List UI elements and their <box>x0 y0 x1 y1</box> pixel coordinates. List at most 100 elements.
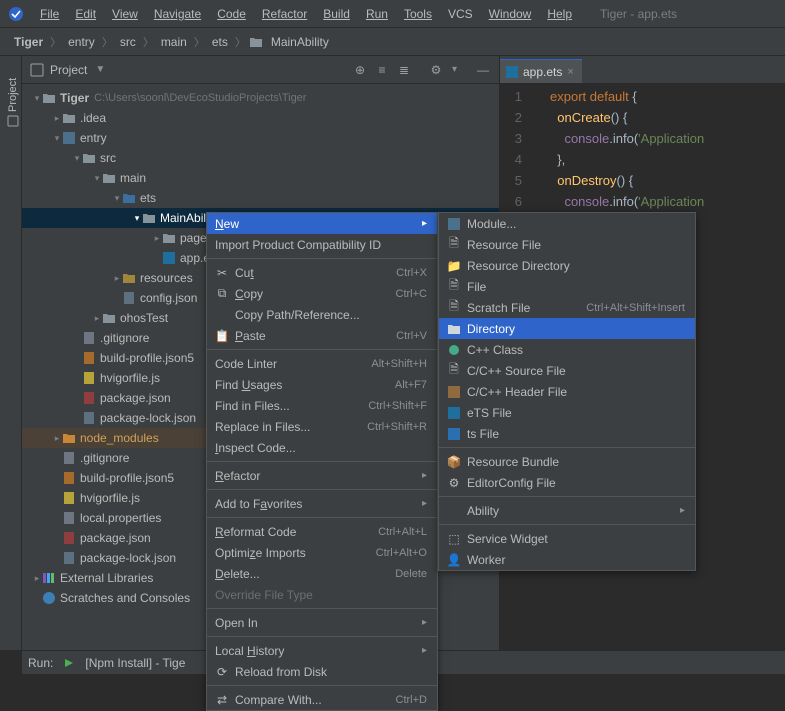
new-directory[interactable]: Directory <box>439 318 695 339</box>
tree-node-idea[interactable]: ▸.idea <box>22 108 499 128</box>
js-file-icon <box>82 371 96 385</box>
breadcrumb: Tiger 〉 entry 〉 src 〉 main 〉 ets 〉 MainA… <box>0 28 785 56</box>
separator <box>207 461 437 462</box>
new-resource-dir[interactable]: 📁Resource Directory <box>439 255 695 276</box>
copy-icon: ⧉ <box>215 287 229 301</box>
new-c-header[interactable]: C/C++ Header File <box>439 381 695 402</box>
folder-icon <box>62 111 76 125</box>
tree-node-src[interactable]: ▾src <box>22 148 499 168</box>
new-ts-file[interactable]: ts File <box>439 423 695 444</box>
chevron-down-icon[interactable]: ▾ <box>452 64 457 75</box>
menu-window[interactable]: Window <box>483 4 538 24</box>
ctx-import-compat[interactable]: Import Product Compatibility ID <box>207 234 437 255</box>
ctx-comparewith[interactable]: ⇄Compare With...Ctrl+D <box>207 689 437 710</box>
menu-code[interactable]: Code <box>211 4 252 24</box>
locate-icon[interactable]: ⊕ <box>352 62 368 78</box>
folder-icon <box>142 211 156 225</box>
menu-tools[interactable]: Tools <box>398 4 438 24</box>
library-icon <box>42 571 56 585</box>
new-module[interactable]: Module... <box>439 213 695 234</box>
menu-view[interactable]: View <box>106 4 144 24</box>
ctx-replaceinfiles[interactable]: Replace in Files...Ctrl+Shift+R <box>207 416 437 437</box>
project-tool-tab[interactable]: Project <box>7 77 19 127</box>
chevron-down-icon[interactable]: ▼ <box>95 64 105 75</box>
editor-tab-appets[interactable]: app.ets × <box>500 59 582 83</box>
crumb-src[interactable]: src <box>116 33 140 51</box>
ctx-openin[interactable]: Open In▸ <box>207 612 437 633</box>
tree-node-ets[interactable]: ▾ets <box>22 188 499 208</box>
window-title: Tiger - app.ets <box>600 7 677 21</box>
menu-edit[interactable]: Edit <box>69 4 102 24</box>
folder-icon <box>102 311 116 325</box>
run-label: Run: <box>28 656 53 670</box>
collapse-all-icon[interactable]: ≣ <box>396 62 412 78</box>
ctx-copypath[interactable]: Copy Path/Reference... <box>207 304 437 325</box>
ctx-findinfiles[interactable]: Find in Files...Ctrl+Shift+F <box>207 395 437 416</box>
ctx-delete[interactable]: Delete...Delete <box>207 563 437 584</box>
tree-node-entry[interactable]: ▾entry <box>22 128 499 148</box>
ctx-inspect[interactable]: Inspect Code... <box>207 437 437 458</box>
project-icon <box>7 115 19 127</box>
close-icon[interactable]: × <box>567 66 573 78</box>
ctx-addfav[interactable]: Add to Favorites▸ <box>207 493 437 514</box>
crumb-mainability[interactable]: MainAbility <box>267 33 333 51</box>
hide-icon[interactable]: — <box>475 62 491 78</box>
new-cpp-class[interactable]: C++ Class <box>439 339 695 360</box>
folder-icon <box>447 322 461 336</box>
new-service-widget[interactable]: ⬚Service Widget <box>439 528 695 549</box>
tree-node-main[interactable]: ▾main <box>22 168 499 188</box>
diff-icon: ⇄ <box>215 693 229 707</box>
gear-icon[interactable]: ⚙ <box>428 62 444 78</box>
new-worker[interactable]: 👤Worker <box>439 549 695 570</box>
chevron-right-icon: 〉 <box>101 34 114 50</box>
ctx-localhistory[interactable]: Local History▸ <box>207 640 437 661</box>
menu-navigate[interactable]: Navigate <box>148 4 207 24</box>
separator <box>207 517 437 518</box>
separator <box>207 685 437 686</box>
new-resource-bundle[interactable]: 📦Resource Bundle <box>439 451 695 472</box>
new-ability[interactable]: Ability▸ <box>439 500 695 521</box>
file-icon <box>62 451 76 465</box>
ctx-refactor[interactable]: Refactor▸ <box>207 465 437 486</box>
crumb-main[interactable]: main <box>157 33 191 51</box>
menu-refactor[interactable]: Refactor <box>256 4 313 24</box>
menu-vcs[interactable]: VCS <box>442 4 479 24</box>
menu-build[interactable]: Build <box>317 4 356 24</box>
chevron-right-icon: 〉 <box>193 34 206 50</box>
chevron-right-icon: 〉 <box>49 34 62 50</box>
ctx-reformat[interactable]: Reformat CodeCtrl+Alt+L <box>207 521 437 542</box>
ctx-paste[interactable]: 📋PasteCtrl+V <box>207 325 437 346</box>
menu-help[interactable]: Help <box>541 4 578 24</box>
expand-all-icon[interactable]: ≡ <box>374 62 390 78</box>
run-hammer-icon <box>63 657 75 669</box>
new-file[interactable]: 🗎File <box>439 276 695 297</box>
ctx-cut[interactable]: ✂CutCtrl+X <box>207 262 437 283</box>
ctx-new[interactable]: New▸ <box>207 213 437 234</box>
menu-file[interactable]: File <box>34 4 65 24</box>
ctx-reload[interactable]: ⟳Reload from Disk <box>207 661 437 682</box>
new-c-source[interactable]: 🗎C/C++ Source File <box>439 360 695 381</box>
project-panel-title[interactable]: Project <box>50 63 87 77</box>
cpp-icon <box>447 343 461 357</box>
tree-node-project[interactable]: ▾TigerC:\Users\soonl\DevEcoStudioProject… <box>22 88 499 108</box>
menu-run[interactable]: Run <box>360 4 394 24</box>
crumb-entry[interactable]: entry <box>64 33 99 51</box>
new-editorconfig[interactable]: ⚙EditorConfig File <box>439 472 695 493</box>
scratch-icon <box>42 591 56 605</box>
crumb-ets[interactable]: ets <box>208 33 232 51</box>
ctx-findusages[interactable]: Find UsagesAlt+F7 <box>207 374 437 395</box>
new-ets-file[interactable]: eTS File <box>439 402 695 423</box>
app-logo-icon <box>8 6 24 22</box>
ctx-copy[interactable]: ⧉CopyCtrl+C <box>207 283 437 304</box>
file-icon: 🗎 <box>447 280 461 294</box>
file-icon <box>82 331 96 345</box>
scratch-file-icon: 🗎 <box>447 301 461 315</box>
ctx-codelinter[interactable]: Code LinterAlt+Shift+H <box>207 353 437 374</box>
tool-window-stripe: Project <box>0 56 22 650</box>
worker-icon: 👤 <box>447 553 461 567</box>
new-scratch[interactable]: 🗎Scratch FileCtrl+Alt+Shift+Insert <box>439 297 695 318</box>
new-resource-file[interactable]: 🗎Resource File <box>439 234 695 255</box>
crumb-root[interactable]: Tiger <box>10 33 47 51</box>
ctx-optimports[interactable]: Optimize ImportsCtrl+Alt+O <box>207 542 437 563</box>
file-icon: 🗎 <box>447 238 461 252</box>
